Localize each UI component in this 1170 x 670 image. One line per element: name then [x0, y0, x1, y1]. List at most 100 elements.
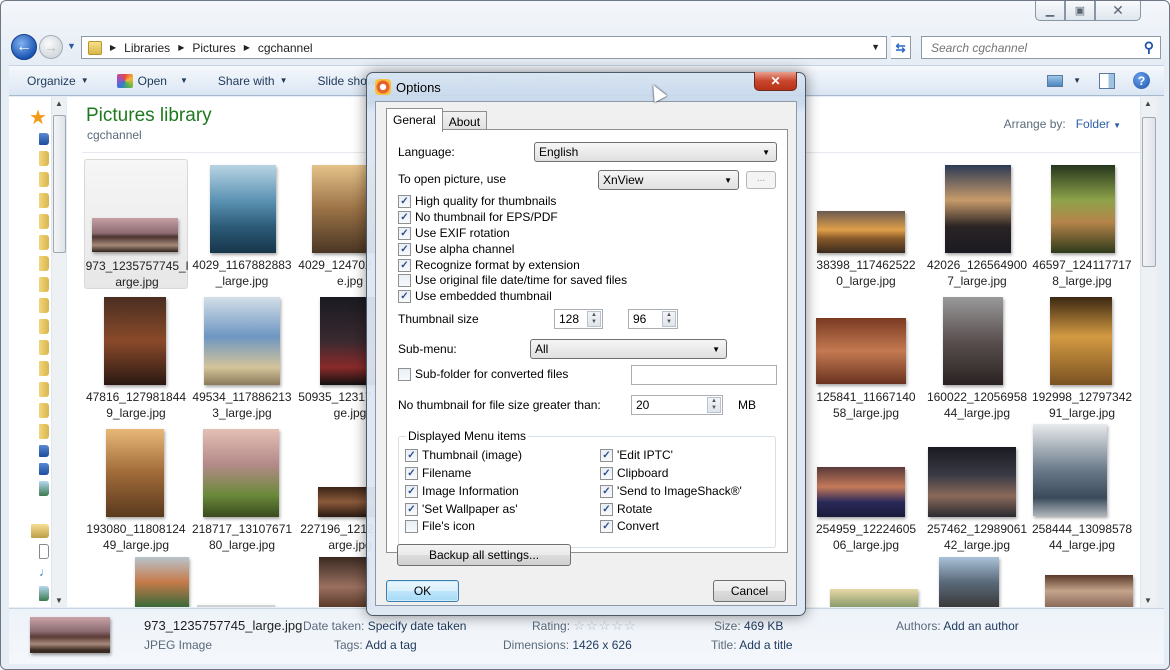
shared-folder-icon[interactable]: [39, 382, 49, 397]
breadcrumb-separator-icon[interactable]: ▶: [244, 43, 250, 52]
folder-icon[interactable]: [39, 235, 49, 250]
option-checkbox[interactable]: ✓ Thumbnail (image): [405, 448, 522, 462]
option-checkbox[interactable]: ✓ Convert: [600, 519, 659, 533]
content-scrollbar[interactable]: ▲ ▼: [1140, 97, 1157, 607]
folder-icon[interactable]: [39, 361, 49, 376]
pictures-library-icon[interactable]: [39, 586, 49, 601]
breadcrumb-cgchannel[interactable]: cgchannel: [258, 41, 313, 55]
folder-icon[interactable]: [39, 298, 49, 313]
title-value[interactable]: Add a title: [739, 638, 792, 652]
option-checkbox[interactable]: ✓ Use EXIF rotation: [398, 226, 510, 240]
file-item[interactable]: 254959_12224605 06_large.jpg: [814, 423, 918, 553]
spin-arrows-icon[interactable]: ▲ ▼: [707, 397, 721, 413]
documents-icon[interactable]: [39, 544, 49, 559]
minimize-button[interactable]: ▁: [1035, 1, 1065, 21]
file-item[interactable]: 192998_12797342 91_large.jpg: [1030, 291, 1134, 421]
option-checkbox[interactable]: ✓ 'Set Wallpaper as': [405, 502, 518, 516]
nav-scroll-thumb[interactable]: [53, 115, 66, 253]
change-view-button[interactable]: ▼: [1047, 74, 1081, 87]
chevron-down-icon[interactable]: ▼: [180, 76, 188, 85]
file-item[interactable]: 258444_13098578 44_large.jpg: [1030, 423, 1134, 553]
option-checkbox[interactable]: ✓ High quality for thumbnails: [398, 194, 556, 208]
folder-icon[interactable]: [39, 424, 49, 439]
downloads-folder-icon[interactable]: [39, 151, 49, 166]
file-item[interactable]: 193080_11808124 49_large.jpg: [84, 423, 188, 553]
music-icon[interactable]: ♩: [39, 565, 51, 580]
option-checkbox[interactable]: Use original file date/time for saved fi…: [398, 273, 627, 287]
option-checkbox[interactable]: ✓ Use alpha channel: [398, 242, 514, 256]
libraries-icon[interactable]: [31, 524, 49, 538]
search-input[interactable]: [929, 39, 1129, 56]
folder-icon[interactable]: [39, 172, 49, 187]
option-checkbox[interactable]: ✓ Rotate: [600, 502, 652, 516]
file-item[interactable]: 125841_11667140 58_large.jpg: [814, 291, 918, 421]
file-item[interactable]: 160022_12056958 44_large.jpg: [925, 291, 1029, 421]
folder-icon[interactable]: [39, 277, 49, 292]
computer-icon[interactable]: [39, 463, 49, 475]
nav-scrollbar[interactable]: ▲ ▼: [51, 97, 66, 607]
rating-stars[interactable]: ☆☆☆☆☆: [573, 618, 636, 633]
breadcrumb-separator-icon[interactable]: ▶: [178, 43, 184, 52]
spin-arrows-icon[interactable]: ▲ ▼: [587, 311, 601, 327]
breadcrumb-libraries[interactable]: Libraries: [124, 41, 170, 55]
dialog-close-button[interactable]: ✕: [754, 72, 797, 91]
subfolder-checkbox[interactable]: Sub-folder for converted files: [398, 367, 568, 381]
file-item[interactable]: 42026_126564900 7_large.jpg: [925, 159, 1029, 289]
option-checkbox[interactable]: ✓ Filename: [405, 466, 471, 480]
file-item[interactable]: 973_1235757745_l arge.jpg: [84, 159, 188, 289]
share-with-button[interactable]: Share with ▼: [208, 74, 298, 88]
help-button[interactable]: ?: [1133, 72, 1150, 89]
file-thumbnail[interactable]: [319, 557, 369, 607]
address-history-dropdown[interactable]: ▼: [871, 42, 880, 52]
authors-value[interactable]: Add an author: [943, 619, 1018, 633]
file-thumbnail[interactable]: [1045, 575, 1133, 607]
language-select[interactable]: English ▼: [534, 142, 777, 162]
date-taken-value[interactable]: Specify date taken: [368, 619, 467, 633]
open-with-select[interactable]: XnView ▼: [598, 170, 739, 190]
search-box[interactable]: ⚲: [921, 36, 1161, 59]
folder-icon[interactable]: [39, 214, 49, 229]
search-icon[interactable]: ⚲: [1144, 39, 1154, 56]
forward-button[interactable]: →: [39, 35, 63, 59]
scroll-up-icon[interactable]: ▲: [1144, 99, 1152, 108]
file-thumbnail[interactable]: [939, 557, 999, 607]
back-button[interactable]: ←: [11, 34, 37, 60]
close-button[interactable]: ✕: [1095, 1, 1141, 21]
scroll-up-icon[interactable]: ▲: [55, 99, 63, 108]
option-checkbox[interactable]: ✓ 'Send to ImageShack®': [600, 484, 742, 498]
thumbnail-height-spinner[interactable]: 96 ▲ ▼: [628, 309, 678, 329]
file-item[interactable]: 257462_12989061 42_large.jpg: [925, 423, 1029, 553]
recent-pages-dropdown[interactable]: ▼: [67, 41, 76, 51]
scroll-down-icon[interactable]: ▼: [55, 596, 63, 605]
folder-icon[interactable]: [39, 319, 49, 334]
scroll-down-icon[interactable]: ▼: [1144, 596, 1152, 605]
file-item[interactable]: 46597_124117717 8_large.jpg: [1030, 159, 1134, 289]
arrange-by-dropdown[interactable]: Folder ▼: [1076, 117, 1121, 131]
option-checkbox[interactable]: ✓ Image Information: [405, 484, 519, 498]
file-item[interactable]: 4029_1167882883 _large.jpg: [190, 159, 294, 289]
option-checkbox[interactable]: ✓ Clipboard: [600, 466, 668, 480]
file-item[interactable]: 218717_13107671 80_large.jpg: [190, 423, 294, 553]
submenu-select[interactable]: All ▼: [530, 339, 727, 359]
file-item[interactable]: 38398_117462522 0_large.jpg: [814, 159, 918, 289]
open-button[interactable]: Open ▼: [107, 73, 198, 88]
option-checkbox[interactable]: ✓ 'Edit IPTC': [600, 448, 673, 462]
ok-button[interactable]: OK: [386, 580, 459, 602]
folder-icon[interactable]: [39, 193, 49, 208]
backup-settings-button[interactable]: Backup all settings...: [397, 544, 571, 566]
preview-pane-button[interactable]: [1099, 72, 1115, 89]
tab-general[interactable]: General: [386, 108, 443, 132]
folder-icon[interactable]: [39, 340, 49, 355]
cancel-button[interactable]: Cancel: [713, 580, 786, 602]
refresh-button[interactable]: ⇆: [891, 36, 911, 59]
tags-value[interactable]: Add a tag: [365, 638, 416, 652]
spin-arrows-icon[interactable]: ▲ ▼: [662, 311, 676, 327]
pictures-icon[interactable]: [39, 481, 49, 496]
network-icon[interactable]: [39, 445, 49, 457]
content-scroll-thumb[interactable]: [1142, 117, 1156, 267]
file-item[interactable]: 47816_127981844 9_large.jpg: [84, 291, 188, 421]
folder-icon[interactable]: [39, 256, 49, 271]
address-bar[interactable]: ▶ Libraries ▶ Pictures ▶ cgchannel ▼: [81, 36, 887, 59]
option-checkbox[interactable]: ✓ Recognize format by extension: [398, 258, 580, 272]
thumbnail-width-spinner[interactable]: 128 ▲ ▼: [554, 309, 603, 329]
